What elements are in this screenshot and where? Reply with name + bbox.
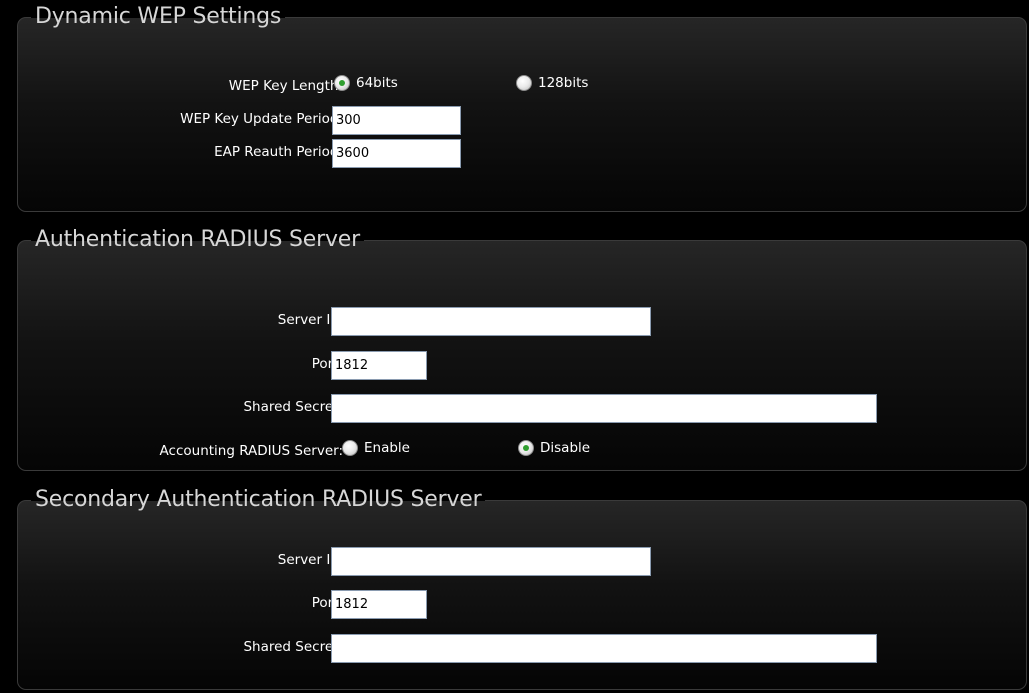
dynamic-wep-panel: Dynamic WEP Settings WEP Key Length: 64b…	[17, 4, 1027, 212]
secondary-port-input[interactable]	[331, 590, 427, 619]
auth-shared-secret-row: Shared Secret:	[18, 391, 1026, 423]
eap-reauth-period-label: EAP Reauth Period:	[214, 144, 343, 160]
accounting-radius-row: Accounting RADIUS Server: Enable Disable	[18, 435, 1026, 465]
auth-radius-panel: Authentication RADIUS Server Server IP: …	[17, 227, 1027, 471]
accounting-radius-label: Accounting RADIUS Server:	[159, 443, 343, 459]
auth-port-row: Port:	[18, 348, 1026, 380]
eap-reauth-period-row: EAP Reauth Period:	[18, 136, 1026, 168]
accounting-enable-option[interactable]: Enable	[342, 440, 410, 456]
radio-128bits[interactable]	[516, 75, 532, 91]
secondary-shared-secret-row: Shared Secret:	[18, 631, 1026, 663]
radio-accounting-enable[interactable]	[342, 440, 358, 456]
radio-64bits-label: 64bits	[356, 75, 398, 91]
secondary-shared-secret-input[interactable]	[331, 634, 877, 663]
auth-server-ip-row: Server IP:	[18, 304, 1026, 336]
page: Dynamic WEP Settings WEP Key Length: 64b…	[0, 0, 1029, 693]
auth-shared-secret-input[interactable]	[331, 394, 877, 423]
secondary-radius-title: Secondary Authentication RADIUS Server	[35, 487, 482, 512]
radio-accounting-disable-label: Disable	[540, 440, 591, 456]
auth-server-ip-input[interactable]	[331, 307, 651, 336]
dynamic-wep-title: Dynamic WEP Settings	[35, 4, 282, 29]
radio-accounting-enable-label: Enable	[364, 440, 410, 456]
secondary-shared-secret-label: Shared Secret:	[243, 639, 343, 655]
wep-key-length-128-option[interactable]: 128bits	[516, 75, 588, 91]
wep-key-length-row: WEP Key Length: 64bits 128bits	[18, 70, 1026, 100]
wep-key-update-period-label: WEP Key Update Period:	[180, 111, 343, 127]
eap-reauth-period-input[interactable]	[332, 139, 461, 168]
secondary-server-ip-input[interactable]	[331, 547, 651, 576]
secondary-radius-panel: Secondary Authentication RADIUS Server S…	[17, 487, 1027, 690]
radio-64bits[interactable]	[334, 75, 350, 91]
wep-key-update-period-row: WEP Key Update Period:	[18, 103, 1026, 135]
auth-shared-secret-label: Shared Secret:	[243, 399, 343, 415]
auth-radius-title: Authentication RADIUS Server	[35, 227, 360, 252]
radio-accounting-disable[interactable]	[518, 440, 534, 456]
secondary-port-row: Port:	[18, 587, 1026, 619]
auth-port-input[interactable]	[331, 351, 427, 380]
radio-128bits-label: 128bits	[538, 75, 589, 91]
wep-key-length-label: WEP Key Length:	[228, 78, 343, 94]
accounting-disable-option[interactable]: Disable	[518, 440, 590, 456]
wep-key-length-64-option[interactable]: 64bits	[334, 75, 398, 91]
wep-key-update-period-input[interactable]	[332, 106, 461, 135]
secondary-server-ip-row: Server IP:	[18, 544, 1026, 576]
